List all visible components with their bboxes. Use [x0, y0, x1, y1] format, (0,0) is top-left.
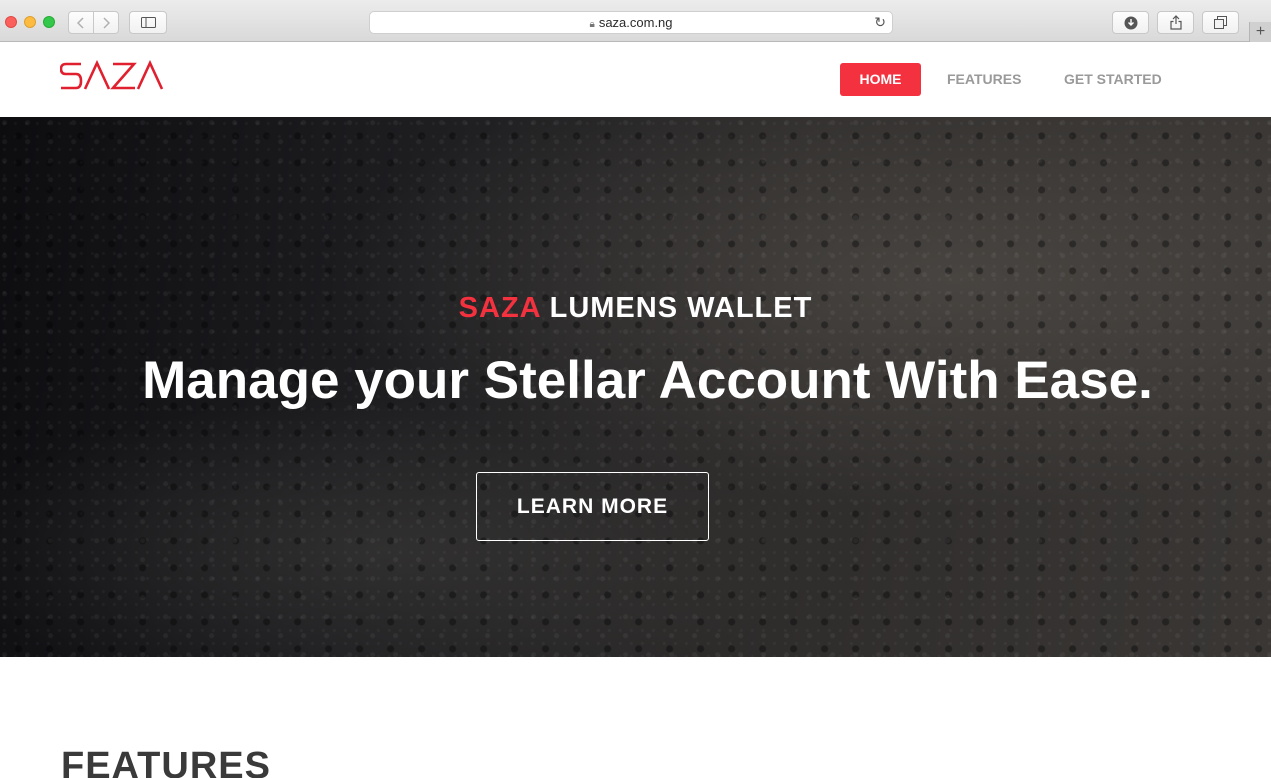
hero-eyebrow-brand: SAZA: [458, 292, 541, 324]
chevron-right-icon: [102, 16, 110, 29]
saza-logo-wordmark: [59, 59, 164, 90]
site-header: HOME FEATURES GET STARTED: [0, 42, 1271, 117]
tabs-overview-button[interactable]: [1202, 11, 1239, 34]
hero-eyebrow: SAZA LUMENS WALLET: [0, 292, 1271, 325]
features-section: FEATURES: [0, 657, 1271, 778]
features-heading: FEATURES: [61, 745, 271, 778]
address-bar[interactable]: 🔒︎ saza.com.ng ↻: [369, 11, 893, 34]
chevron-left-icon: [76, 16, 85, 29]
nav-features-link[interactable]: FEATURES: [947, 63, 1021, 96]
url-display: 🔒︎ saza.com.ng: [370, 15, 892, 30]
reload-icon[interactable]: ↻: [874, 14, 886, 31]
history-navigation: [68, 11, 119, 34]
zoom-window-button[interactable]: [43, 16, 55, 28]
close-window-button[interactable]: [5, 16, 17, 28]
hero-eyebrow-text: LUMENS WALLET: [549, 292, 813, 324]
new-tab-button[interactable]: +: [1249, 22, 1271, 42]
download-icon: [1124, 16, 1138, 30]
nav-home-link[interactable]: HOME: [840, 63, 921, 96]
sidebar-icon: [140, 17, 156, 28]
hero-section: SAZA LUMENS WALLET Manage your Stellar A…: [0, 117, 1271, 657]
lock-icon: 🔒︎: [589, 19, 595, 30]
back-button[interactable]: [68, 11, 94, 34]
browser-toolbar: 🔒︎ saza.com.ng ↻ +: [0, 0, 1271, 42]
sidebar-toggle-button[interactable]: [129, 11, 167, 34]
forward-button[interactable]: [93, 11, 119, 34]
minimize-window-button[interactable]: [24, 16, 36, 28]
nav-get-started-link[interactable]: GET STARTED: [1064, 63, 1162, 96]
share-button[interactable]: [1157, 11, 1194, 34]
learn-more-button[interactable]: LEARN MORE: [476, 472, 709, 541]
tabs-overview-icon: [1214, 16, 1227, 29]
url-text: saza.com.ng: [598, 15, 673, 30]
saza-logo[interactable]: [59, 59, 164, 101]
plus-icon: +: [1255, 23, 1266, 40]
hero-title: Manage your Stellar Account With Ease.: [142, 351, 1153, 410]
share-icon: [1169, 15, 1182, 30]
downloads-button[interactable]: [1112, 11, 1149, 34]
